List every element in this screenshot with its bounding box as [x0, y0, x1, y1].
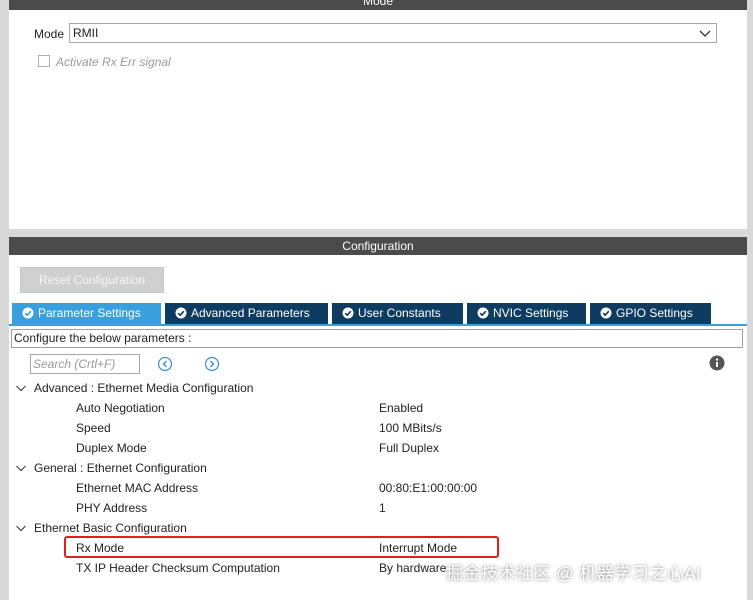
check-circle-icon: [600, 307, 612, 319]
tab-label: Parameter Settings: [38, 306, 141, 320]
tab-gpio-settings[interactable]: GPIO Settings: [590, 303, 711, 324]
check-circle-icon: [175, 307, 187, 319]
mode-panel-header: Mode: [9, 0, 747, 10]
chevron-down-icon: [16, 385, 26, 392]
search-input[interactable]: Search (Crtl+F): [30, 354, 140, 374]
configuration-panel: Configuration Reset Configuration Parame…: [9, 237, 747, 600]
group-label: Ethernet Basic Configuration: [34, 521, 187, 535]
chevron-down-icon: [16, 465, 26, 472]
info-icon[interactable]: [709, 355, 725, 371]
rx-err-label: Activate Rx Err signal: [56, 55, 171, 69]
mode-select-value: RMII: [73, 26, 99, 40]
watermark: 掘金技术社区 @ 机器学习之心AI: [446, 564, 702, 583]
param-value: By hardware: [379, 561, 447, 575]
rx-err-checkbox[interactable]: [38, 55, 50, 67]
param-value: Full Duplex: [379, 441, 440, 455]
tab-nvic-settings[interactable]: NVIC Settings: [467, 303, 586, 324]
group-label: Advanced : Ethernet Media Configuration: [34, 381, 254, 395]
mode-label: Mode: [34, 27, 65, 41]
group-label: General : Ethernet Configuration: [34, 461, 207, 475]
param-name: PHY Address: [76, 501, 148, 515]
rx-mode-highlight: [64, 536, 499, 558]
param-value: Enabled: [379, 401, 424, 415]
param-name: TX IP Header Checksum Computation: [76, 561, 280, 575]
tab-advanced-parameters[interactable]: Advanced Parameters: [165, 303, 328, 324]
tab-underline: [9, 324, 747, 326]
configuration-description: Configure the below parameters :: [11, 329, 743, 348]
param-value: 1: [379, 501, 386, 515]
tab-parameter-settings[interactable]: Parameter Settings: [12, 303, 161, 324]
param-name: Duplex Mode: [76, 441, 147, 455]
tab-label: GPIO Settings: [616, 306, 693, 320]
check-circle-icon: [477, 307, 489, 319]
check-circle-icon: [22, 307, 34, 319]
tab-user-constants[interactable]: User Constants: [332, 303, 463, 324]
tab-label: User Constants: [358, 306, 441, 320]
tab-label: NVIC Settings: [493, 306, 569, 320]
mode-panel: Mode Mode RMII Activate Rx Err signal: [9, 0, 747, 229]
param-name: Auto Negotiation: [76, 401, 165, 415]
previous-icon[interactable]: [157, 356, 173, 372]
configuration-panel-header: Configuration: [9, 237, 747, 255]
param-name: Speed: [76, 421, 111, 435]
reset-configuration-button[interactable]: Reset Configuration: [20, 267, 164, 293]
mode-select[interactable]: RMII: [69, 23, 717, 43]
param-value: 100 MBits/s: [379, 421, 442, 435]
param-name: Ethernet MAC Address: [76, 481, 199, 495]
check-circle-icon: [342, 307, 354, 319]
rx-err-option[interactable]: Activate Rx Err signal: [38, 55, 171, 69]
param-value: 00:80:E1:00:00:00: [379, 481, 478, 495]
chevron-down-icon: [699, 30, 711, 37]
tab-label: Advanced Parameters: [191, 306, 310, 320]
chevron-down-icon: [16, 525, 26, 532]
next-icon[interactable]: [204, 356, 220, 372]
